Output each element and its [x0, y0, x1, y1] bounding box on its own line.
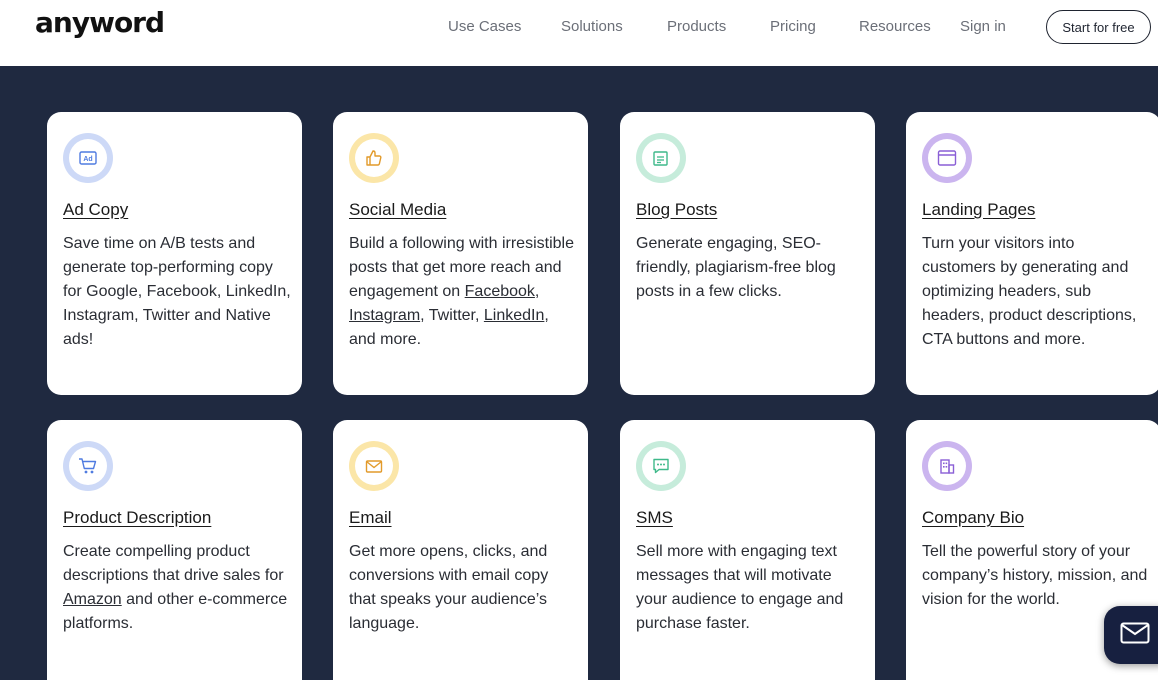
- linkedin-link[interactable]: LinkedIn: [484, 307, 545, 324]
- shopping-cart-icon: [69, 447, 107, 485]
- ad-icon-ring: Ad: [63, 133, 113, 183]
- nav-products[interactable]: Products: [667, 18, 726, 35]
- card-title[interactable]: Ad Copy: [63, 200, 128, 220]
- card-description: Generate engaging, SEO-friendly, plagiar…: [636, 235, 836, 300]
- card-landing-pages[interactable]: Landing Pages Turn your visitors into cu…: [906, 112, 1158, 395]
- browser-window-icon: [928, 139, 966, 177]
- card-description: Turn your visitors into customers by gen…: [922, 235, 1137, 348]
- envelope-icon: [355, 447, 393, 485]
- card-title[interactable]: Landing Pages: [922, 200, 1035, 220]
- blog-post-icon-ring: [636, 133, 686, 183]
- card-title[interactable]: Social Media: [349, 200, 446, 220]
- chat-bubble-icon: [642, 447, 680, 485]
- nav-resources[interactable]: Resources: [859, 18, 931, 35]
- card-ad-copy[interactable]: Ad Ad Copy Save time on A/B tests and ge…: [47, 112, 302, 395]
- nav-use-cases[interactable]: Use Cases: [448, 18, 521, 35]
- card-title[interactable]: Blog Posts: [636, 200, 717, 220]
- desc-text: Create compelling product descriptions t…: [63, 543, 284, 584]
- blog-post-icon: [642, 139, 680, 177]
- instagram-link[interactable]: Instagram: [349, 307, 420, 324]
- building-icon: [928, 447, 966, 485]
- card-social-media[interactable]: Social Media Build a following with irre…: [333, 112, 588, 395]
- card-title[interactable]: Email: [349, 508, 392, 528]
- browser-window-icon-ring: [922, 133, 972, 183]
- card-title[interactable]: SMS: [636, 508, 673, 528]
- logo[interactable]: anyword: [35, 6, 165, 39]
- site-header: anyword Use Cases Solutions Products Pri…: [0, 0, 1158, 66]
- card-description: Sell more with engaging text messages th…: [636, 543, 844, 632]
- mail-icon: [1120, 622, 1150, 649]
- card-description: Tell the powerful story of your company’…: [922, 543, 1148, 608]
- desc-text: , Twitter,: [420, 307, 484, 324]
- card-title[interactable]: Product Description: [63, 508, 211, 528]
- shopping-cart-icon-ring: [63, 441, 113, 491]
- ad-icon: Ad: [69, 139, 107, 177]
- thumbs-up-icon-ring: [349, 133, 399, 183]
- svg-text:Ad: Ad: [83, 156, 92, 163]
- card-email[interactable]: Email Get more opens, clicks, and conver…: [333, 420, 588, 680]
- card-description: Save time on A/B tests and generate top-…: [63, 235, 291, 348]
- chat-bubble-icon-ring: [636, 441, 686, 491]
- desc-text: Build a following with irresistible post…: [349, 235, 574, 300]
- desc-text: ,: [534, 283, 540, 300]
- chat-widget-button[interactable]: [1104, 606, 1158, 664]
- envelope-icon-ring: [349, 441, 399, 491]
- amazon-link[interactable]: Amazon: [63, 591, 122, 608]
- card-description: Get more opens, clicks, and conversions …: [349, 543, 549, 632]
- thumbs-up-icon: [355, 139, 393, 177]
- card-title[interactable]: Company Bio: [922, 508, 1024, 528]
- card-sms[interactable]: SMS Sell more with engaging text message…: [620, 420, 875, 680]
- facebook-link[interactable]: Facebook: [465, 283, 535, 300]
- card-blog-posts[interactable]: Blog Posts Generate engaging, SEO-friend…: [620, 112, 875, 395]
- card-product-description[interactable]: Product Description Create compelling pr…: [47, 420, 302, 680]
- nav-solutions[interactable]: Solutions: [561, 18, 623, 35]
- card-description: Build a following with irresistible post…: [349, 232, 577, 352]
- nav-pricing[interactable]: Pricing: [770, 18, 816, 35]
- card-description: Create compelling product descriptions t…: [63, 540, 291, 636]
- building-icon-ring: [922, 441, 972, 491]
- start-for-free-button[interactable]: Start for free: [1046, 10, 1151, 44]
- nav-sign-in[interactable]: Sign in: [960, 18, 1006, 35]
